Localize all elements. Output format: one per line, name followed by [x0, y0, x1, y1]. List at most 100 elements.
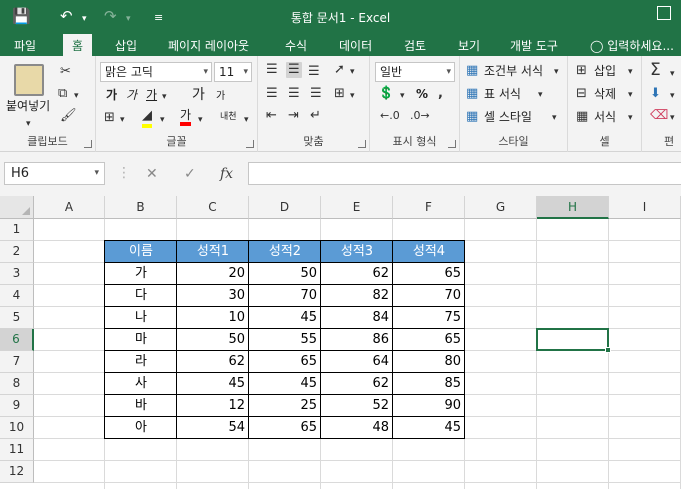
row-header-6[interactable]: 6	[0, 329, 34, 351]
column-header-c[interactable]: C	[177, 196, 249, 219]
percent-style-button[interactable]: %	[416, 86, 428, 102]
font-name-select[interactable]: 맑은 고딕 ▾	[100, 62, 212, 82]
row-header-5[interactable]: 5	[0, 307, 34, 329]
table-cell[interactable]: 86	[321, 329, 393, 351]
format-dropdown-icon[interactable]: ▾	[628, 110, 633, 126]
phonetic-guide-button[interactable]: 내천	[220, 109, 237, 125]
fill-color-icon[interactable]: ◢	[142, 108, 152, 128]
table-cell[interactable]: 75	[393, 307, 465, 329]
align-left-icon[interactable]: ☰	[266, 86, 278, 102]
number-launcher-icon[interactable]	[448, 140, 456, 148]
clear-dropdown-icon[interactable]: ▾	[670, 110, 675, 126]
table-cell[interactable]: 45	[177, 373, 249, 395]
table-cell[interactable]: 다	[105, 285, 177, 307]
align-right-icon[interactable]: ☰	[310, 86, 322, 102]
increase-indent-icon[interactable]: ⇥	[288, 108, 299, 124]
row-header-11[interactable]: 11	[0, 439, 34, 461]
number-format-select[interactable]: 일반 ▾	[375, 62, 455, 82]
table-cell[interactable]: 55	[249, 329, 321, 351]
merge-center-icon[interactable]: ⊞	[334, 86, 345, 102]
font-size-select[interactable]: 11 ▾	[214, 62, 252, 82]
copy-dropdown-icon[interactable]: ▾	[74, 88, 79, 104]
delete-cells-button[interactable]: 삭제	[594, 86, 616, 102]
accounting-dropdown-icon[interactable]: ▾	[400, 88, 405, 104]
name-box[interactable]: H6 ▾	[4, 162, 105, 185]
tab-data[interactable]: 데이터	[339, 37, 372, 54]
row-header-2[interactable]: 2	[0, 241, 34, 263]
tab-home[interactable]: 홈	[63, 34, 93, 56]
cut-icon[interactable]: ✂	[60, 64, 71, 80]
decrease-decimal-icon[interactable]: .0→	[410, 108, 430, 124]
table-cell[interactable]: 50	[249, 263, 321, 285]
table-header-cell[interactable]: 성적1	[177, 241, 249, 263]
autosum-icon[interactable]: Σ	[650, 62, 661, 79]
tab-insert[interactable]: 삽입	[115, 37, 137, 54]
table-cell[interactable]: 85	[393, 373, 465, 395]
merge-dropdown-icon[interactable]: ▾	[350, 88, 355, 104]
font-color-dropdown-icon[interactable]: ▾	[198, 112, 203, 128]
insert-function-button[interactable]: fx	[220, 166, 233, 182]
column-header-d[interactable]: D	[249, 196, 321, 219]
underline-button[interactable]: 가	[146, 87, 157, 103]
delete-dropdown-icon[interactable]: ▾	[628, 87, 633, 103]
format-painter-icon[interactable]: 🖌	[60, 108, 77, 124]
font-launcher-icon[interactable]	[246, 140, 254, 148]
table-cell[interactable]: 45	[249, 307, 321, 329]
column-header-f[interactable]: F	[393, 196, 465, 219]
format-as-table-button[interactable]: 표 서식	[484, 86, 521, 102]
row-header-9[interactable]: 9	[0, 395, 34, 417]
italic-button[interactable]: 가	[126, 87, 137, 103]
active-cell-selection[interactable]	[536, 328, 611, 353]
table-dropdown-icon[interactable]: ▾	[538, 87, 543, 103]
table-cell[interactable]: 80	[393, 351, 465, 373]
table-header-cell[interactable]: 성적4	[393, 241, 465, 263]
column-header-e[interactable]: E	[321, 196, 393, 219]
orientation-icon[interactable]: ➚	[334, 62, 345, 78]
table-cell[interactable]: 바	[105, 395, 177, 417]
tab-review[interactable]: 검토	[404, 37, 426, 54]
table-cell[interactable]: 70	[249, 285, 321, 307]
column-header-a[interactable]: A	[34, 196, 105, 219]
shrink-font-button[interactable]: 가	[216, 89, 225, 105]
table-cell[interactable]: 아	[105, 417, 177, 439]
align-center-icon[interactable]: ☰	[288, 86, 300, 102]
table-cell[interactable]: 52	[321, 395, 393, 417]
tab-page-layout[interactable]: 페이지 레이아웃	[168, 37, 249, 54]
cancel-icon[interactable]: ✕	[146, 166, 158, 182]
cell-styles-dropdown-icon[interactable]: ▾	[552, 110, 557, 126]
tab-view[interactable]: 보기	[458, 37, 480, 54]
fill-handle[interactable]	[605, 347, 611, 353]
accounting-format-icon[interactable]: 💲	[378, 86, 394, 102]
paste-button[interactable]: 붙여넣기	[6, 98, 50, 114]
conditional-formatting-button[interactable]: 조건부 서식	[484, 63, 543, 79]
table-cell[interactable]: 65	[393, 329, 465, 351]
table-cell[interactable]: 가	[105, 263, 177, 285]
worksheet-grid[interactable]: ABCDEFGHI 1 2 3 4 5 6 7 8 9 10 11 12 이름 성적1 성적2 성적3 성적4…	[0, 196, 681, 489]
table-cell[interactable]: 65	[249, 351, 321, 373]
row-header-4[interactable]: 4	[0, 285, 34, 307]
row-header-3[interactable]: 3	[0, 263, 34, 285]
table-cell[interactable]: 10	[177, 307, 249, 329]
table-cell[interactable]: 30	[177, 285, 249, 307]
insert-dropdown-icon[interactable]: ▾	[628, 64, 633, 80]
column-header-b[interactable]: B	[105, 196, 177, 219]
fill-dropdown-icon[interactable]: ▾	[670, 88, 675, 104]
clear-icon[interactable]: ⌫	[650, 108, 668, 124]
table-cell[interactable]: 62	[321, 263, 393, 285]
font-color-button[interactable]: 가	[180, 108, 192, 126]
alignment-launcher-icon[interactable]	[358, 140, 366, 148]
borders-icon[interactable]: ⊞	[104, 110, 115, 126]
table-cell[interactable]: 나	[105, 307, 177, 329]
restore-window-icon[interactable]	[657, 6, 671, 20]
table-cell[interactable]: 마	[105, 329, 177, 351]
table-header-cell[interactable]: 이름	[105, 241, 177, 263]
paste-icon[interactable]	[14, 64, 44, 96]
comma-style-icon[interactable]: ,	[438, 86, 443, 102]
table-cell[interactable]: 64	[321, 351, 393, 373]
column-header-h[interactable]: H	[537, 196, 609, 219]
table-cell[interactable]: 82	[321, 285, 393, 307]
table-cell[interactable]: 라	[105, 351, 177, 373]
insert-cells-button[interactable]: 삽입	[594, 63, 616, 79]
table-cell[interactable]: 62	[321, 373, 393, 395]
decrease-indent-icon[interactable]: ⇤	[266, 108, 277, 124]
